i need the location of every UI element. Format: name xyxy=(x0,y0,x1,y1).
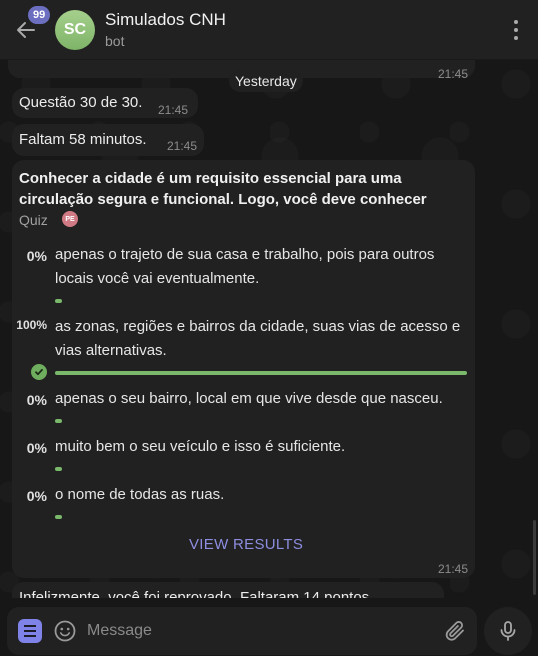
poll-option-bar xyxy=(55,419,62,423)
poll-option-text: o nome de todas as ruas. xyxy=(55,486,225,503)
poll-option-correct[interactable]: 100% as zonas, regiões e bairros da cida… xyxy=(15,316,470,380)
chat-scrollbar[interactable] xyxy=(533,520,536,595)
paperclip-icon xyxy=(445,621,464,641)
voter-avatar: PE xyxy=(62,211,78,227)
poll-option-bar xyxy=(55,371,467,375)
poll-option-text: as zonas, regiões e bairros da cidade, s… xyxy=(55,318,461,359)
chat-title[interactable]: Simulados CNH xyxy=(105,10,226,30)
message-text: Faltam 58 minutos. xyxy=(19,131,147,148)
poll-question: Conhecer a cidade é um requisito essenci… xyxy=(19,170,427,208)
poll-option-bar xyxy=(55,299,62,303)
poll-option[interactable]: 0% o nome de todas as ruas. xyxy=(15,484,470,522)
poll-option-text: apenas o seu bairro, local em que vive d… xyxy=(55,390,443,407)
chat-header: 99 SC Simulados CNH bot xyxy=(0,0,538,60)
poll-option-percent: 0% xyxy=(26,488,47,504)
message-text: Infelizmente, você foi reprovado. Faltar… xyxy=(19,589,370,598)
message-bubble: Questão 30 de 30. 21:45 xyxy=(12,88,198,118)
message-time: 21:45 xyxy=(167,139,198,153)
message-bubble: Infelizmente, você foi reprovado. Faltar… xyxy=(12,582,444,598)
chat-avatar[interactable]: SC xyxy=(55,10,95,50)
poll-option-percent: 0% xyxy=(26,440,47,456)
menu-icon xyxy=(24,625,36,627)
poll-option-bar xyxy=(55,515,62,519)
poll-type-label: Quiz xyxy=(19,212,48,228)
poll-option-text: muito bem o seu veículo e isso é suficie… xyxy=(55,438,346,455)
more-options-button[interactable] xyxy=(510,20,522,40)
poll-option-percent: 0% xyxy=(26,248,47,264)
attach-button[interactable] xyxy=(443,619,467,643)
poll-option[interactable]: 0% muito bem o seu veículo e isso é sufi… xyxy=(15,436,470,474)
poll-option-percent: 100% xyxy=(16,318,47,332)
poll-option-text: apenas o trajeto de sua casa e trabalho,… xyxy=(55,246,435,287)
microphone-icon xyxy=(500,621,516,641)
message-input[interactable] xyxy=(87,619,427,643)
poll-option[interactable]: 0% apenas o trajeto de sua casa e trabal… xyxy=(15,244,470,306)
date-separator: Yesterday xyxy=(229,70,303,92)
chat-subtitle: bot xyxy=(105,33,125,49)
message-bubble: Faltam 58 minutos. 21:45 xyxy=(12,124,204,156)
poll-option-percent: 0% xyxy=(26,392,47,408)
message-time: 21:45 xyxy=(438,562,469,576)
partial-message-clip: Infelizmente, você foi reprovado. Faltar… xyxy=(12,582,444,598)
poll-option[interactable]: 0% apenas o seu bairro, local em que viv… xyxy=(15,388,470,426)
emoji-button[interactable] xyxy=(53,619,77,643)
message-time: 21:45 xyxy=(438,67,469,81)
voice-record-button[interactable] xyxy=(484,607,532,655)
message-text: Questão 30 de 30. xyxy=(19,94,143,111)
check-icon xyxy=(31,364,47,380)
unread-badge: 99 xyxy=(28,6,51,24)
poll-option-bar xyxy=(55,467,62,471)
message-composer xyxy=(7,607,477,655)
message-time: 21:45 xyxy=(158,103,189,117)
more-vertical-icon xyxy=(514,20,518,24)
bot-menu-button[interactable] xyxy=(18,619,42,643)
emoji-icon xyxy=(54,620,76,642)
view-results-button[interactable]: VIEW RESULTS xyxy=(189,536,303,553)
